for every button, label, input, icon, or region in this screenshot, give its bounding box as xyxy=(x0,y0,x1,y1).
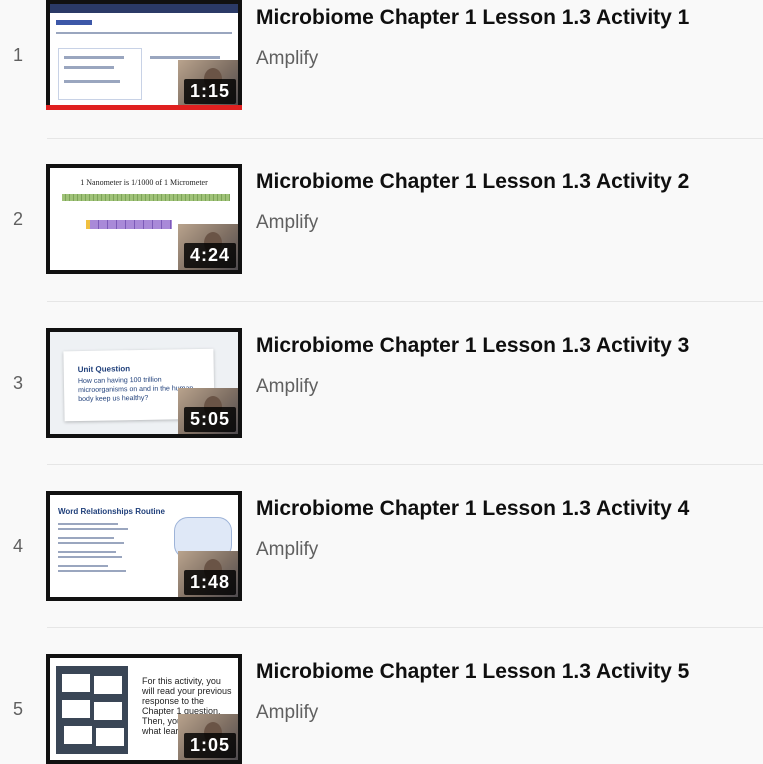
divider xyxy=(47,138,763,139)
video-thumbnail[interactable]: Unit Question How can having 100 trillio… xyxy=(46,328,242,438)
item-index: 4 xyxy=(12,536,23,556)
video-thumbnail[interactable]: For this activity, you will read your pr… xyxy=(46,654,242,764)
video-thumbnail[interactable]: Word Relationships Routine 1:48 xyxy=(46,491,242,601)
channel-name[interactable]: Amplify xyxy=(256,376,318,398)
item-index: 3 xyxy=(12,373,23,393)
item-index: 5 xyxy=(12,699,23,719)
playlist-item[interactable]: 1 1:15 Microbiome Chapter 1 Lesson 1.3 A… xyxy=(0,0,763,110)
video-thumbnail[interactable]: 1 Nanometer is 1/1000 of 1 Micrometer 4:… xyxy=(46,164,242,274)
duration-badge: 4:24 xyxy=(183,243,236,268)
thumbnail-heading: 1 Nanometer is 1/1000 of 1 Micrometer xyxy=(80,178,208,187)
divider xyxy=(47,301,763,302)
playlist-item[interactable]: 4 Word Relationships Routine 1:48 Microb… xyxy=(0,491,763,601)
video-title[interactable]: Microbiome Chapter 1 Lesson 1.3 Activity… xyxy=(256,170,689,194)
video-thumbnail[interactable]: 1:15 xyxy=(46,0,242,110)
thumbnail-heading: Word Relationships Routine xyxy=(58,507,165,516)
item-index: 2 xyxy=(12,209,23,229)
video-title[interactable]: Microbiome Chapter 1 Lesson 1.3 Activity… xyxy=(256,334,689,358)
video-title[interactable]: Microbiome Chapter 1 Lesson 1.3 Activity… xyxy=(256,497,689,521)
duration-badge: 1:05 xyxy=(183,733,236,758)
divider xyxy=(47,464,763,465)
item-index: 1 xyxy=(12,45,23,65)
playlist-item[interactable]: 2 1 Nanometer is 1/1000 of 1 Micrometer … xyxy=(0,164,763,274)
divider xyxy=(47,627,763,628)
watch-progress-bar xyxy=(46,105,242,110)
duration-badge: 1:48 xyxy=(183,570,236,595)
thumbnail-heading: Unit Question xyxy=(77,364,131,375)
channel-name[interactable]: Amplify xyxy=(256,539,318,561)
duration-badge: 5:05 xyxy=(183,407,236,432)
playlist-item[interactable]: 3 Unit Question How can having 100 trill… xyxy=(0,328,763,438)
channel-name[interactable]: Amplify xyxy=(256,212,318,234)
playlist-item[interactable]: 5 For this activity, you will read your … xyxy=(0,654,763,764)
word-cards-graphic xyxy=(56,666,128,754)
duration-badge: 1:15 xyxy=(183,79,236,104)
channel-name[interactable]: Amplify xyxy=(256,702,318,724)
channel-name[interactable]: Amplify xyxy=(256,48,318,70)
video-title[interactable]: Microbiome Chapter 1 Lesson 1.3 Activity… xyxy=(256,6,689,30)
video-title[interactable]: Microbiome Chapter 1 Lesson 1.3 Activity… xyxy=(256,660,689,684)
